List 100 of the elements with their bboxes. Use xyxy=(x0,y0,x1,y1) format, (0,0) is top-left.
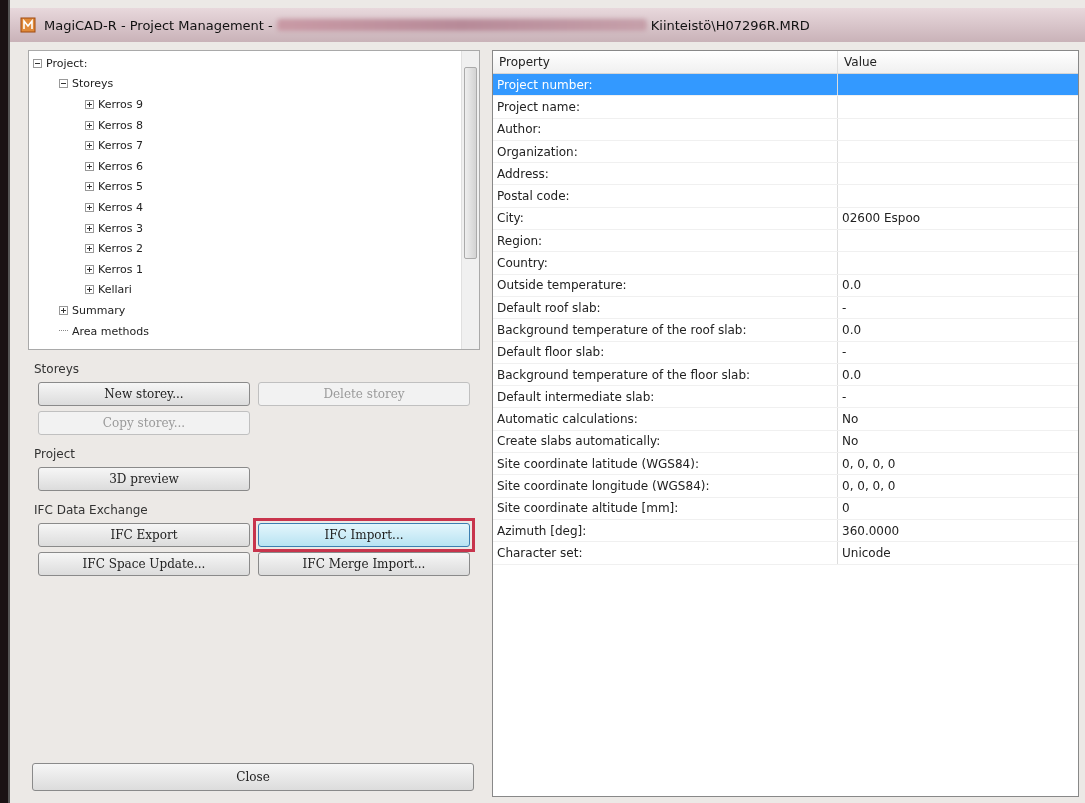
expander-icon[interactable] xyxy=(85,223,94,233)
table-row[interactable]: Automatic calculations: No xyxy=(493,408,1078,431)
table-row[interactable]: Site coordinate altitude [mm]: 0 xyxy=(493,497,1078,520)
property-name: Create slabs automatically: xyxy=(493,430,838,453)
table-row[interactable]: Background temperature of the floor slab: 0.0 xyxy=(493,363,1078,387)
expander-icon[interactable] xyxy=(85,182,94,192)
tree-item[interactable]: Kerros 6 xyxy=(98,159,143,173)
property-name: City: xyxy=(493,207,838,230)
property-value: No xyxy=(842,412,859,427)
property-name: Address: xyxy=(493,163,838,185)
expander-icon[interactable] xyxy=(85,202,94,212)
tree-item[interactable]: Kerros 3 xyxy=(98,221,143,235)
column-header[interactable]: Property xyxy=(493,51,838,73)
file-path: Kiinteistö\H07296R.MRD xyxy=(650,17,810,33)
tree-item[interactable]: Summary xyxy=(72,303,126,317)
tree-item[interactable]: Kerros 7 xyxy=(98,139,143,153)
property-value: 360.0000 xyxy=(842,523,900,538)
property-name: Default roof slab: xyxy=(493,296,838,319)
property-value: 02600 Espoo xyxy=(842,211,921,226)
expander-icon[interactable] xyxy=(85,285,94,295)
tree-item[interactable]: Kerros 9 xyxy=(98,98,143,111)
scrollbar[interactable] xyxy=(461,51,479,349)
expander-icon[interactable] xyxy=(85,120,94,130)
table-row[interactable]: Background temperature of the roof slab: 0.0 xyxy=(493,319,1078,342)
action-button[interactable]: IFC Import... xyxy=(258,523,470,547)
expander-icon[interactable] xyxy=(85,161,94,171)
property-value: 0.0 xyxy=(842,322,862,337)
table-row[interactable]: Author: xyxy=(493,118,1078,141)
property-value: Unicode xyxy=(842,545,891,560)
table-row[interactable]: Character set: Unicode xyxy=(493,542,1078,565)
group-label: IFC Data Exchange xyxy=(34,503,149,517)
property-name: Postal code: xyxy=(493,185,838,207)
close-button[interactable]: Close xyxy=(32,763,474,791)
tree-item[interactable]: Project: xyxy=(46,56,88,70)
property-name: Region: xyxy=(493,230,838,252)
action-button[interactable]: IFC Merge Import... xyxy=(258,552,470,576)
property-name: Country: xyxy=(493,252,838,274)
table-row[interactable]: Project name: xyxy=(493,96,1078,119)
property-name: Default floor slab: xyxy=(493,341,838,363)
property-name: Site coordinate latitude (WGS84): xyxy=(493,453,838,475)
property-value: No xyxy=(842,434,859,449)
property-value: 0.0 xyxy=(842,278,862,293)
property-name: Author: xyxy=(493,118,838,140)
property-value: 0, 0, 0, 0 xyxy=(842,456,896,471)
table-row[interactable]: Site coordinate longitude (WGS84): 0, 0, 0, 0 xyxy=(493,475,1078,498)
action-button[interactable]: 3D preview xyxy=(38,467,250,491)
property-value: - xyxy=(842,300,847,315)
table-row[interactable]: City: 02600 Espoo xyxy=(493,207,1078,231)
tree-item[interactable]: Kerros 4 xyxy=(98,200,143,214)
property-name: Site coordinate longitude (WGS84): xyxy=(493,475,838,497)
action-button[interactable]: IFC Export xyxy=(38,523,250,547)
table-row[interactable]: Address: xyxy=(493,163,1078,186)
table-row[interactable]: Default floor slab: - xyxy=(493,341,1078,364)
expander-icon[interactable] xyxy=(59,79,68,89)
table-row[interactable]: Site coordinate latitude (WGS84): 0, 0, 0, 0 xyxy=(493,453,1078,476)
property-name: Azimuth [deg]: xyxy=(493,519,838,542)
property-name: Site coordinate altitude [mm]: xyxy=(493,497,838,519)
expander-icon[interactable] xyxy=(85,264,94,274)
table-row[interactable]: Create slabs automatically: No xyxy=(493,430,1078,454)
table-row[interactable]: Region: xyxy=(493,230,1078,253)
group-label: Project xyxy=(34,447,77,461)
property-name: Default intermediate slab: xyxy=(493,386,838,408)
tree-line xyxy=(59,330,68,332)
property-name: Character set: xyxy=(493,542,838,564)
tree-item[interactable]: Kerros 1 xyxy=(98,262,143,276)
table-row[interactable]: Outside temperature: 0.0 xyxy=(493,274,1078,297)
tree-item[interactable]: Storeys xyxy=(72,77,114,91)
property-name: Project name: xyxy=(493,96,838,118)
expander-icon[interactable] xyxy=(85,244,94,254)
table-row[interactable]: Default roof slab: - xyxy=(493,296,1078,320)
table-row[interactable]: Postal code: xyxy=(493,185,1078,208)
table-row[interactable]: Country: xyxy=(493,252,1078,275)
group-label: Storeys xyxy=(34,362,81,376)
expander-icon[interactable] xyxy=(85,141,94,151)
table-row[interactable]: Azimuth [deg]: 360.0000 xyxy=(493,519,1078,543)
table-row[interactable]: Organization: xyxy=(493,140,1078,164)
action-button[interactable]: IFC Space Update... xyxy=(38,552,250,576)
action-button[interactable]: New storey... xyxy=(38,382,250,406)
tree-item[interactable]: Area methods xyxy=(72,324,150,338)
property-name: Background temperature of the roof slab: xyxy=(493,319,838,341)
app-icon xyxy=(20,17,36,33)
tree-item[interactable]: Kerros 2 xyxy=(98,242,143,256)
expander-icon[interactable] xyxy=(59,305,68,315)
property-value: 0, 0, 0, 0 xyxy=(842,479,896,493)
tree-item[interactable]: Kellari xyxy=(98,283,132,297)
property-value: 0.0 xyxy=(842,367,862,382)
property-value: - xyxy=(842,345,847,360)
property-name: Automatic calculations: xyxy=(493,408,838,430)
property-value: 0 xyxy=(842,501,850,516)
expander-icon[interactable] xyxy=(33,58,42,68)
property-name: Background temperature of the floor slab: xyxy=(493,363,838,386)
table-row[interactable]: Default intermediate slab: - xyxy=(493,386,1078,409)
property-value: - xyxy=(842,389,847,404)
property-name: Organization: xyxy=(493,140,838,163)
tree-item[interactable]: Kerros 8 xyxy=(98,118,143,132)
expander-icon[interactable] xyxy=(85,100,94,109)
property-name: Project number: xyxy=(493,74,838,96)
column-header[interactable]: Value xyxy=(838,51,1078,73)
tree-item[interactable]: Kerros 5 xyxy=(98,180,143,194)
property-name: Outside temperature: xyxy=(493,274,838,296)
